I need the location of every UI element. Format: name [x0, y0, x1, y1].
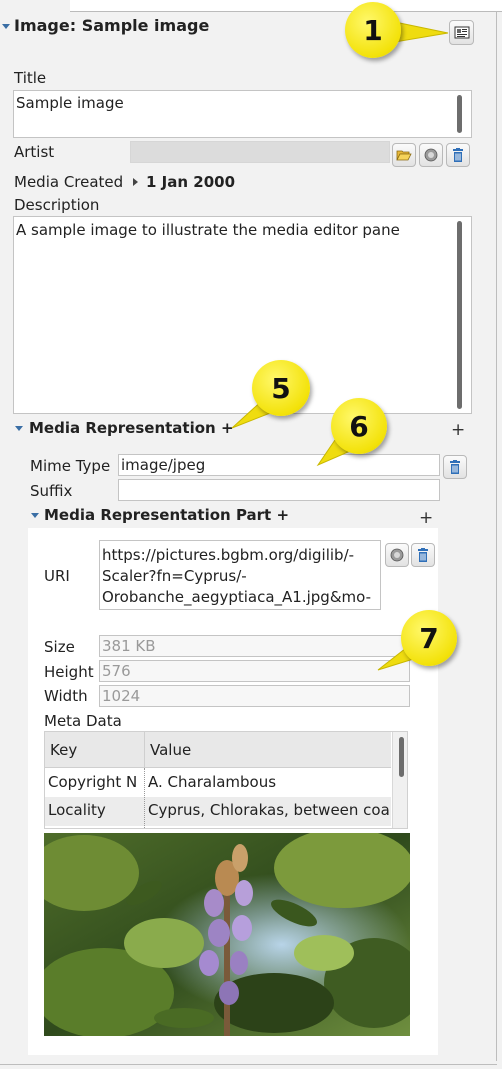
callout-badge-5: 5: [252, 360, 310, 416]
callout-pointers: [231, 19, 449, 671]
callout-badge-1: 1: [345, 2, 401, 58]
callout-badge-7: 7: [401, 610, 457, 666]
callout-badge-6: 6: [331, 398, 387, 454]
